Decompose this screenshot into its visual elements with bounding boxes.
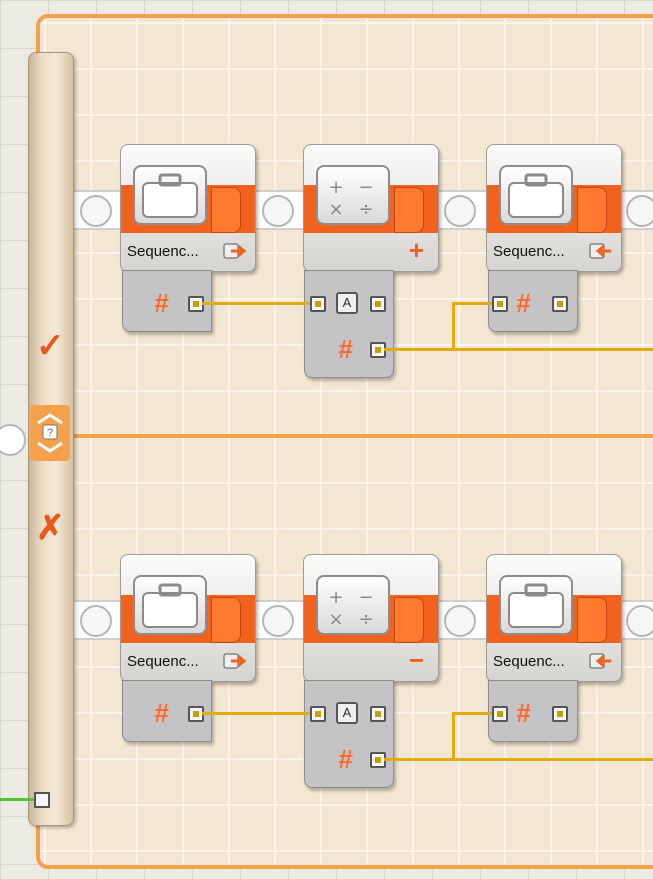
variable-block-read[interactable]: Sequenc... [486, 144, 622, 272]
math-block-subtract[interactable]: + − × ÷ − [303, 554, 439, 682]
variable-name-label: Sequenc... [127, 653, 199, 670]
a-input-icon: A [336, 702, 358, 724]
variable-name-label: Sequenc... [127, 243, 199, 260]
math-operators-icon: + − × ÷ [316, 165, 390, 225]
number-plug-icon: # [516, 698, 531, 728]
write-arrow-icon [223, 243, 247, 259]
data-wire[interactable] [452, 302, 455, 351]
variable-block-write[interactable]: Sequenc... [120, 554, 256, 682]
math-block-add[interactable]: + − × ÷ + [303, 144, 439, 272]
briefcase-icon [133, 165, 207, 225]
number-plug-icon: # [154, 698, 169, 728]
svg-text:÷: ÷ [358, 199, 373, 220]
data-wire[interactable] [384, 758, 653, 761]
number-output-plug[interactable] [552, 706, 568, 722]
false-branch-icon: ✗ [36, 509, 65, 547]
sequence-beam-connector [0, 424, 26, 456]
svg-text:÷: ÷ [358, 609, 373, 630]
math-a-output-plug[interactable] [370, 706, 386, 722]
data-wire[interactable] [202, 712, 310, 715]
true-branch-icon: ✓ [36, 327, 65, 365]
data-wire[interactable] [452, 712, 492, 715]
math-operators-icon: + − × ÷ [316, 575, 390, 635]
number-output-plug[interactable] [552, 296, 568, 312]
variable-block-read[interactable]: Sequenc... [486, 554, 622, 682]
data-wire[interactable] [202, 302, 310, 305]
number-plug-icon: # [516, 288, 531, 318]
briefcase-icon [499, 575, 573, 635]
math-operator-label: − [408, 645, 424, 675]
data-wire[interactable] [384, 348, 653, 351]
svg-text:×: × [328, 199, 343, 220]
switch-input-plug[interactable] [34, 792, 50, 808]
svg-text:−: − [358, 587, 373, 608]
number-input-plug[interactable] [492, 706, 508, 722]
variable-name-label: Sequenc... [493, 243, 565, 260]
a-input-icon: A [336, 292, 358, 314]
variable-name-label: Sequenc... [493, 653, 565, 670]
math-operator-label: + [408, 235, 424, 265]
switch-hub[interactable]: ? [30, 405, 70, 461]
number-input-plug[interactable] [492, 296, 508, 312]
svg-text:+: + [328, 177, 343, 198]
svg-text:+: + [328, 587, 343, 608]
switch-arrows-icon: ? [37, 413, 63, 453]
svg-text:?: ? [47, 427, 53, 439]
variable-block-write[interactable]: Sequenc... [120, 144, 256, 272]
read-arrow-icon [589, 653, 611, 669]
data-wire[interactable] [452, 712, 455, 761]
number-plug-icon: # [338, 334, 353, 364]
number-plug-icon: # [154, 288, 169, 318]
write-arrow-icon [223, 653, 247, 669]
number-plug-icon: # [338, 744, 353, 774]
briefcase-icon [499, 165, 573, 225]
switch-divider [40, 434, 653, 438]
math-a-input-plug[interactable] [310, 706, 326, 722]
logic-input-wire [0, 798, 34, 801]
data-wire[interactable] [452, 302, 492, 305]
read-arrow-icon [589, 243, 611, 259]
briefcase-icon [133, 575, 207, 635]
svg-text:−: − [358, 177, 373, 198]
math-a-input-plug[interactable] [310, 296, 326, 312]
svg-text:×: × [328, 609, 343, 630]
math-a-output-plug[interactable] [370, 296, 386, 312]
